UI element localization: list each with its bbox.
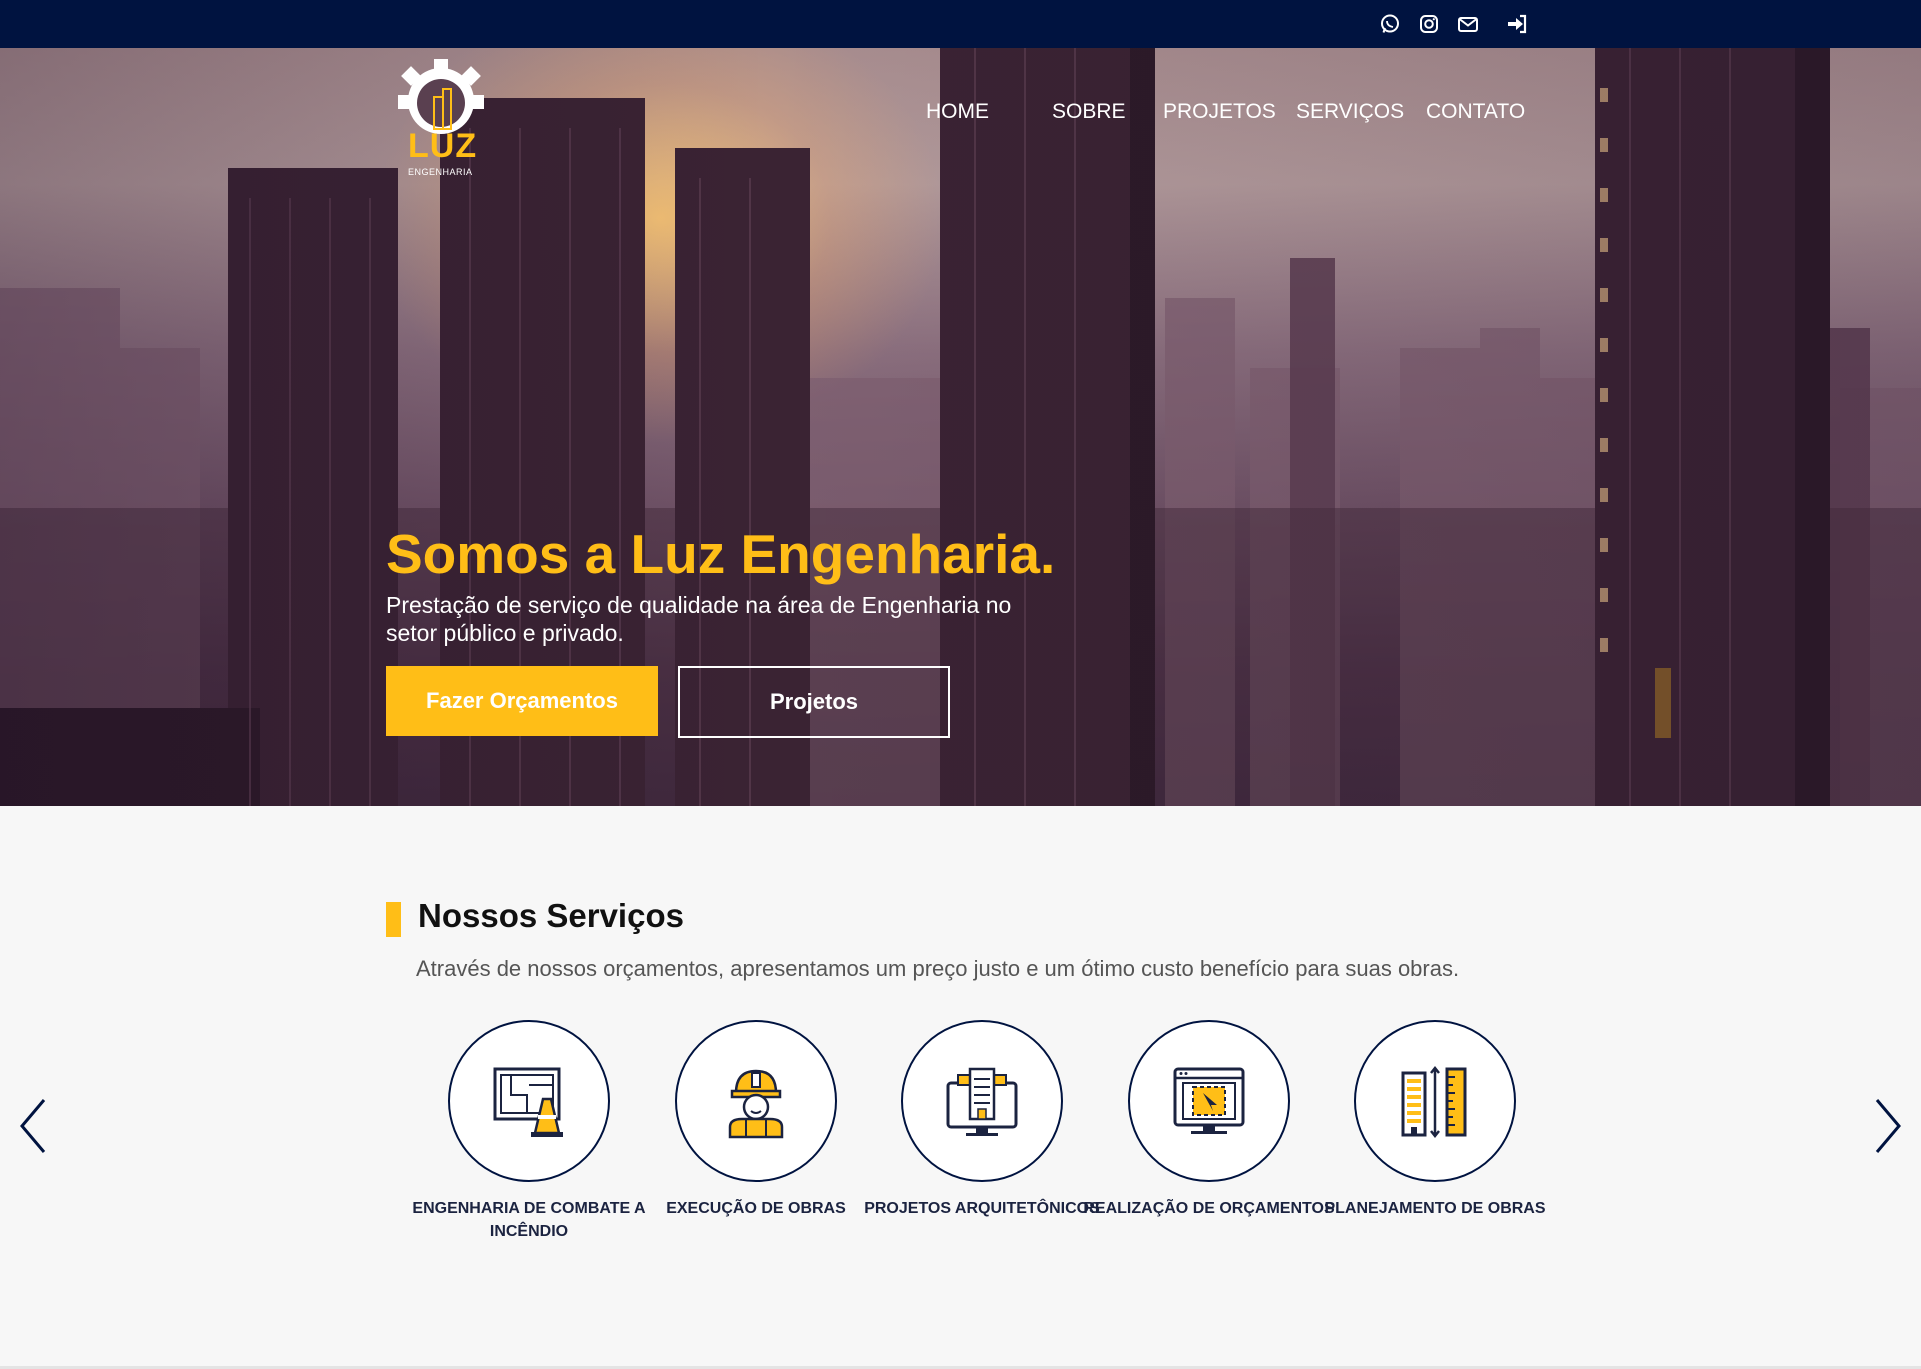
- service-icon-circle[interactable]: [448, 1020, 610, 1182]
- section-accent-bar: [386, 902, 401, 937]
- services-title: Nossos Serviços: [418, 897, 684, 934]
- sign-in-icon[interactable]: [1505, 12, 1529, 36]
- service-icon-circle[interactable]: [1128, 1020, 1290, 1182]
- whatsapp-icon[interactable]: [1378, 12, 1402, 36]
- service-label: PROJETOS ARQUITETÔNICOS: [864, 1200, 1100, 1217]
- mail-icon[interactable]: [1456, 12, 1480, 36]
- service-label: REALIZAÇÃO DE ORÇAMENTOS: [1083, 1200, 1335, 1217]
- nav-projetos[interactable]: PROJETOS: [1163, 100, 1276, 124]
- nav-contato[interactable]: CONTATO: [1426, 100, 1525, 124]
- service-label: EXECUÇÃO DE OBRAS: [666, 1200, 846, 1217]
- projetos-button[interactable]: Projetos: [678, 666, 950, 738]
- carousel-prev[interactable]: [16, 1096, 50, 1156]
- hero-subtitle: Prestação de serviço de qualidade na áre…: [386, 592, 1012, 646]
- logo-subtitle: ENGENHARIA: [408, 167, 473, 177]
- top-bar: [0, 0, 1921, 48]
- architecture-monitor-icon: [946, 1067, 1018, 1136]
- fire-safety-blueprint-icon: [493, 1067, 563, 1137]
- service-icon-circle[interactable]: [675, 1020, 837, 1182]
- service-label: ENGENHARIA DE COMBATE A INCÊNDIO: [412, 1200, 646, 1240]
- construction-worker-icon: [728, 1069, 784, 1139]
- service-label: PLANEJAMENTO DE OBRAS: [1324, 1200, 1546, 1217]
- chevron-left-icon: [20, 1099, 46, 1153]
- hero-title: Somos a Luz Engenharia.: [386, 523, 1056, 585]
- nav-sobre[interactable]: SOBRE: [1052, 100, 1126, 124]
- gear-building-icon: [398, 59, 484, 134]
- building-measure-icon: [1401, 1065, 1467, 1139]
- budget-screen-icon: [1173, 1067, 1245, 1134]
- services-subtitle: Através de nossos orçamentos, apresentam…: [416, 956, 1460, 981]
- nav-servicos[interactable]: SERVIÇOS: [1296, 100, 1404, 124]
- logo-brand: LUZ: [408, 127, 478, 165]
- instagram-icon[interactable]: [1417, 12, 1441, 36]
- carousel-next[interactable]: [1871, 1096, 1905, 1156]
- service-icon-circle[interactable]: [901, 1020, 1063, 1182]
- chevron-right-icon: [1875, 1099, 1901, 1153]
- service-icon-circle[interactable]: [1354, 1020, 1516, 1182]
- hero-banner: [0, 48, 1921, 806]
- fazer-orcamentos-button[interactable]: Fazer Orçamentos: [386, 666, 658, 736]
- nav-home[interactable]: HOME: [926, 100, 989, 124]
- logo[interactable]: LUZ ENGENHARIA: [394, 57, 494, 182]
